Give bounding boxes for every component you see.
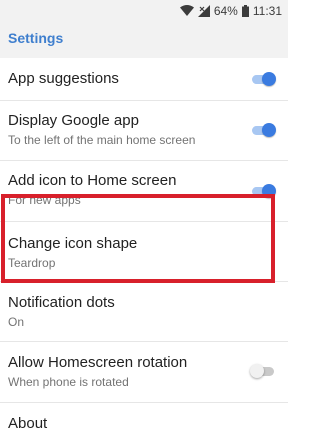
setting-summary: When phone is rotated	[8, 375, 129, 389]
setting-summary: To the left of the main home screen	[8, 133, 196, 147]
setting-title: Display Google app	[8, 112, 139, 129]
status-bar: 64% 11:31	[0, 0, 288, 21]
setting-title: About	[8, 415, 48, 432]
app-suggestions-toggle[interactable]	[250, 70, 276, 88]
setting-about[interactable]: About	[0, 403, 288, 443]
display-google-app-toggle[interactable]	[250, 121, 276, 139]
battery-icon	[241, 4, 249, 17]
setting-notification-dots[interactable]: Notification dots On	[0, 282, 288, 342]
wifi-icon	[179, 5, 194, 16]
status-icons: 64% 11:31	[179, 3, 282, 18]
clock: 11:31	[252, 3, 282, 18]
setting-title: Add icon to Home screen	[8, 172, 177, 189]
page-title: Settings	[8, 30, 64, 46]
battery-percent: 64%	[213, 3, 238, 18]
toggle-thumb	[262, 72, 276, 86]
app-bar: Settings	[0, 21, 288, 58]
homescreen-rotation-toggle[interactable]	[250, 362, 276, 380]
highlight-box	[1, 194, 275, 283]
cell-signal-icon	[197, 4, 210, 17]
setting-app-suggestions[interactable]: App suggestions	[0, 58, 288, 101]
setting-homescreen-rotation[interactable]: Allow Homescreen rotation When phone is …	[0, 342, 288, 403]
setting-display-google-app[interactable]: Display Google app To the left of the ma…	[0, 101, 288, 161]
setting-title: App suggestions	[8, 70, 119, 87]
setting-title: Allow Homescreen rotation	[8, 354, 188, 371]
toggle-thumb	[262, 123, 276, 137]
setting-summary: On	[8, 315, 25, 329]
toggle-thumb	[250, 364, 264, 378]
setting-title: Notification dots	[8, 294, 115, 311]
